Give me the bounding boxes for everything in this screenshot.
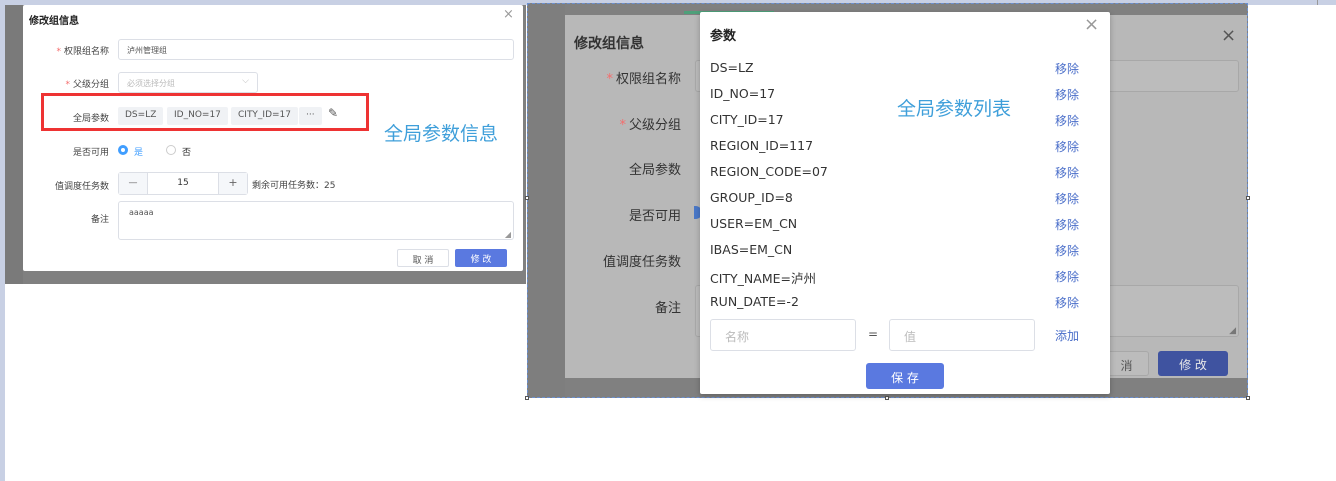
modify-button[interactable]: 修 改 <box>455 249 507 267</box>
radio-no[interactable] <box>166 145 176 155</box>
enabled-label: 是否可用 <box>72 148 109 158</box>
remove-link[interactable]: 移除 <box>1055 190 1079 207</box>
radio-yes-label: 是 <box>134 148 144 158</box>
group-name-input[interactable]: 泸州管理组 <box>118 39 514 60</box>
resize-handle-icon: ◢ <box>504 230 511 239</box>
param-row: ID_NO=17 <box>710 86 776 101</box>
param-row: REGION_ID=117 <box>710 138 814 153</box>
remove-link[interactable]: 移除 <box>1055 86 1079 103</box>
dialog-title: 修改组信息 <box>29 16 79 27</box>
dialog-title: 修改组信息 <box>574 36 644 52</box>
remaining-tasks-text: 剩余可用任务数：25 <box>252 181 336 191</box>
params-title: 参数 <box>710 29 737 44</box>
callout-global-list: 全局参数列表 <box>897 98 1012 120</box>
param-row: CITY_ID=17 <box>710 112 784 127</box>
save-button[interactable]: 保 存 <box>866 363 944 389</box>
remove-link[interactable]: 移除 <box>1055 138 1079 155</box>
chevron-down-icon: ⌵ <box>242 76 249 86</box>
param-row: GROUP_ID=8 <box>710 190 793 205</box>
close-icon[interactable]: × <box>1221 25 1236 46</box>
top-edge-marker <box>1317 0 1318 5</box>
parent-group-select[interactable]: 必须选择分组 ⌵ <box>118 72 258 93</box>
selection-handle-bottom-left[interactable] <box>525 396 529 400</box>
params-modal: 参数 × DS=LZ 移除 ID_NO=17 移除 CITY_ID=17 移除 … <box>700 12 1110 394</box>
radio-yes[interactable] <box>118 145 128 155</box>
param-row: IBAS=EM_CN <box>710 242 793 257</box>
param-value-input[interactable]: 值 <box>889 319 1035 351</box>
remove-link[interactable]: 移除 <box>1055 112 1079 129</box>
modify-button[interactable]: 修 改 <box>1158 351 1228 376</box>
remove-link[interactable]: 移除 <box>1055 216 1079 233</box>
left-backdrop-strip <box>5 5 23 284</box>
param-name-input[interactable]: 名称 <box>710 319 856 351</box>
param-row: USER=EM_CN <box>710 216 798 231</box>
right-backdrop-strip <box>528 4 565 397</box>
group-name-label: * 权限组名称 <box>606 72 681 87</box>
remove-link[interactable]: 移除 <box>1055 294 1079 311</box>
parent-group-placeholder: 必须选择分组 <box>127 79 175 88</box>
cancel-button[interactable]: 取 消 <box>397 249 449 267</box>
resize-handle-icon: ◢ <box>1229 326 1236 336</box>
parent-group-label: * 父级分组 <box>619 118 681 133</box>
remark-value: aaaaa <box>129 208 154 217</box>
tasks-stepper[interactable]: — 15 + <box>118 172 248 195</box>
remove-link[interactable]: 移除 <box>1055 60 1079 77</box>
param-row: DS=LZ <box>710 60 754 75</box>
tasks-value[interactable]: 15 <box>148 173 218 194</box>
selection-handle-left[interactable] <box>525 196 529 200</box>
selection-handle-bottom-right[interactable] <box>1246 396 1250 400</box>
plus-button[interactable]: + <box>218 173 247 194</box>
remove-link[interactable]: 移除 <box>1055 164 1079 181</box>
enabled-label: 是否可用 <box>628 209 681 224</box>
global-params-label: 全局参数 <box>628 163 681 178</box>
close-icon[interactable]: × <box>503 7 514 22</box>
selection-handle-right[interactable] <box>1246 196 1250 200</box>
close-icon[interactable]: × <box>1084 14 1099 35</box>
group-name-label: * 权限组名称 <box>56 47 109 57</box>
parent-group-label: * 父级分组 <box>65 80 109 90</box>
remark-label: 备注 <box>90 215 109 225</box>
callout-global-info: 全局参数信息 <box>384 123 499 145</box>
minus-button[interactable]: — <box>119 173 148 194</box>
add-link[interactable]: 添加 <box>1055 327 1079 344</box>
remove-link[interactable]: 移除 <box>1055 242 1079 259</box>
tasks-label: 值调度任务数 <box>602 255 681 270</box>
selection-handle-bottom[interactable] <box>885 396 889 400</box>
remove-link[interactable]: 移除 <box>1055 268 1079 285</box>
equals-sign: = <box>868 327 879 341</box>
param-row: RUN_DATE=-2 <box>710 294 799 309</box>
remark-label: 备注 <box>654 301 681 316</box>
remark-textarea[interactable]: aaaaa ◢ <box>118 201 514 240</box>
radio-no-label: 否 <box>182 148 192 158</box>
highlight-box <box>41 93 369 131</box>
param-row: REGION_CODE=07 <box>710 164 828 179</box>
param-row: CITY_NAME=泸州 <box>710 271 816 286</box>
cancel-button[interactable]: 消 <box>1105 351 1149 376</box>
tasks-label: 值调度任务数 <box>54 182 109 192</box>
